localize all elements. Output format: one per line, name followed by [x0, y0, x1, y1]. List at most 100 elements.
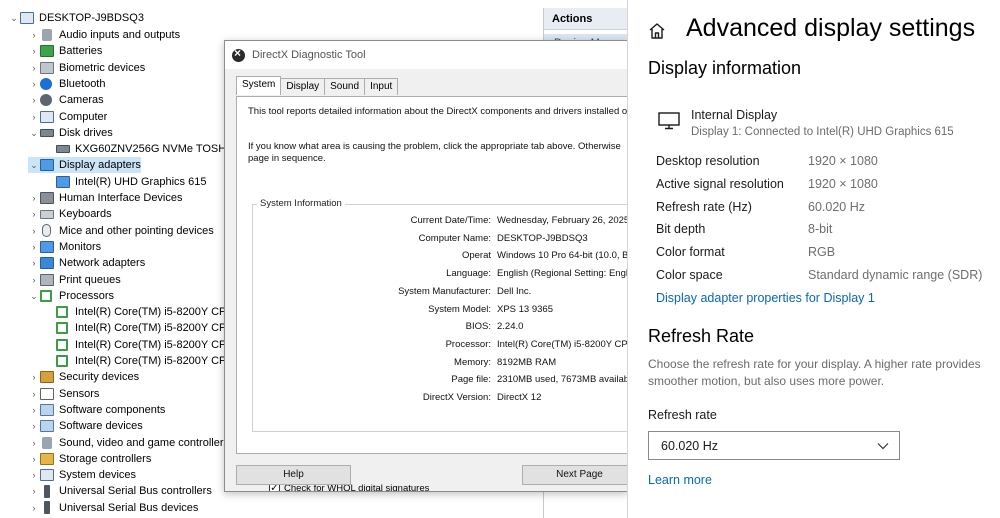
chip-icon	[56, 355, 68, 367]
tab-input[interactable]: Input	[364, 78, 399, 95]
tree-device[interactable]: KXG60ZNV256G NVMe TOSHIBA	[44, 141, 244, 157]
chevron-right-icon[interactable]: ›	[28, 418, 40, 434]
tree-category[interactable]: › Universal Serial Bus controllers	[28, 483, 212, 499]
tree-category[interactable]: › Storage controllers	[28, 451, 151, 467]
chevron-right-icon[interactable]: ›	[28, 402, 40, 418]
tree-item-label: Intel(R) Core(TM) i5-8200Y CPU @	[75, 355, 249, 367]
tree-category[interactable]: › Sound, video and game controllers	[28, 435, 229, 451]
chevron-down-icon[interactable]: ⌄	[28, 288, 40, 304]
computer-icon	[20, 12, 34, 24]
chevron-right-icon[interactable]: ›	[28, 190, 40, 206]
chevron-right-icon[interactable]: ›	[28, 386, 40, 402]
tab-display[interactable]: Display	[280, 78, 326, 95]
tree-category[interactable]: › Biometric devices	[28, 60, 145, 76]
tree-item-label: Software devices	[59, 420, 143, 433]
tree-category[interactable]: › Software devices	[28, 418, 143, 434]
tree-item-label: Network adapters	[59, 257, 146, 270]
tree-item-label: Print queues	[59, 273, 121, 286]
tab-sound[interactable]: Sound	[324, 78, 366, 95]
learn-more-link[interactable]: Learn more	[648, 473, 712, 487]
refresh-rate-dropdown[interactable]: 60.020 Hz	[648, 431, 900, 460]
settings-window: Advanced display settings Display inform…	[627, 0, 1000, 518]
chevron-right-icon[interactable]: ›	[28, 255, 40, 271]
tree-category[interactable]: › Mice and other pointing devices	[28, 223, 214, 239]
system-information-title: System Information	[257, 198, 345, 209]
chevron-right-icon[interactable]: ›	[28, 467, 40, 483]
chevron-right-icon[interactable]: ›	[28, 483, 40, 499]
chevron-right-icon[interactable]: ›	[28, 435, 40, 451]
system-information-group: System Information Current Date/Time: Wed…	[252, 198, 627, 432]
tree-category[interactable]: › Monitors	[28, 239, 101, 255]
chevron-right-icon[interactable]: ›	[28, 272, 40, 288]
chevron-right-icon[interactable]: ›	[28, 43, 40, 59]
tree-category[interactable]: › Keyboards	[28, 206, 112, 222]
chevron-right-icon[interactable]: ›	[28, 223, 40, 239]
tree-item-label: Bluetooth	[59, 77, 106, 90]
tree-category[interactable]: › Cameras	[28, 92, 104, 108]
help-text-line2: page in sequence.	[248, 153, 326, 164]
tree-item-label: Intel(R) Core(TM) i5-8200Y CPU @	[75, 322, 249, 335]
refresh-rate-heading: Refresh Rate	[648, 326, 755, 346]
tree-category[interactable]: › Sensors	[28, 386, 99, 402]
chevron-right-icon[interactable]: ›	[28, 92, 40, 108]
camera-icon	[40, 94, 52, 107]
tree-category[interactable]: › Universal Serial Bus devices	[28, 500, 198, 516]
chevron-down-icon[interactable]: ⌄	[28, 157, 40, 173]
refresh-rate-description: Choose the refresh rate for your display…	[648, 357, 981, 388]
tree-category[interactable]: ⌄ Processors	[28, 288, 114, 304]
sysinfo-label: BIOS:	[465, 321, 491, 333]
chevron-right-icon[interactable]: ›	[28, 76, 40, 92]
tree-item-label: Display adapters	[59, 159, 141, 172]
tree-category[interactable]: › Software components	[28, 402, 165, 418]
chevron-right-icon[interactable]: ›	[28, 109, 40, 125]
chevron-right-icon[interactable]: ›	[28, 451, 40, 467]
dxdiag-window: DirectX Diagnostic Tool System Display S…	[224, 40, 628, 492]
home-icon[interactable]	[648, 22, 666, 40]
tree-root[interactable]: ⌄ DESKTOP-J9BDSQ3	[8, 10, 144, 26]
chevron-right-icon[interactable]: ›	[28, 239, 40, 255]
tree-item-label: Batteries	[59, 45, 103, 58]
dxdiag-titlebar[interactable]: DirectX Diagnostic Tool	[225, 41, 627, 69]
monitor-icon	[40, 240, 54, 253]
tree-category[interactable]: › Audio inputs and outputs	[28, 27, 180, 43]
tree-category[interactable]: › System devices	[28, 467, 136, 483]
speaker-icon	[42, 436, 52, 449]
tree-device[interactable]: Intel(R) Core(TM) i5-8200Y CPU @	[44, 320, 249, 336]
sysinfo-label: System Model:	[428, 303, 491, 315]
tree-category[interactable]: › Bluetooth	[28, 76, 105, 92]
tree-category[interactable]: ⌄ Disk drives	[28, 125, 113, 141]
sysinfo-value: DirectX 12	[497, 392, 542, 403]
chevron-right-icon[interactable]: ›	[28, 369, 40, 385]
tree-device[interactable]: Intel(R) Core(TM) i5-8200Y CPU @	[44, 337, 249, 353]
tree-category[interactable]: › Network adapters	[28, 255, 145, 271]
tree-category[interactable]: ⌄ Display adapters	[28, 157, 141, 174]
next-page-button[interactable]: Next Page	[522, 465, 627, 485]
tree-item-label: Disk drives	[59, 126, 113, 139]
display-adapter-properties-link[interactable]: Display adapter properties for Display 1	[656, 291, 875, 305]
tree-item-label: Audio inputs and outputs	[59, 29, 181, 41]
dxdiag-app-icon	[232, 46, 245, 62]
chevron-right-icon[interactable]: ›	[28, 60, 40, 76]
actions-header: Actions	[544, 8, 628, 30]
tree-category[interactable]: › Print queues	[28, 272, 121, 288]
chevron-down-icon[interactable]: ⌄	[8, 10, 20, 26]
chevron-right-icon[interactable]: ›	[28, 27, 40, 43]
tree-device[interactable]: Intel(R) Core(TM) i5-8200Y CPU @	[44, 304, 249, 320]
monitor-icon	[40, 159, 54, 172]
chevron-right-icon[interactable]: ›	[28, 500, 40, 516]
chip-icon	[40, 289, 52, 302]
tree-item-label: Security devices	[59, 371, 140, 384]
tab-system[interactable]: System	[236, 76, 282, 95]
chevron-right-icon[interactable]: ›	[28, 206, 40, 222]
tree-item-label: Biometric devices	[59, 61, 146, 74]
tree-category[interactable]: › Security devices	[28, 369, 139, 385]
tree-category[interactable]: › Batteries	[28, 43, 102, 59]
tree-category[interactable]: › Human Interface Devices	[28, 190, 183, 206]
tree-item-label: Processors	[59, 289, 115, 302]
tree-category[interactable]: › Computer	[28, 109, 107, 125]
tree-device[interactable]: Intel(R) UHD Graphics 615	[44, 174, 206, 190]
help-button[interactable]: Help	[236, 465, 351, 485]
tree-device[interactable]: Intel(R) Core(TM) i5-8200Y CPU @	[44, 353, 249, 369]
chevron-down-icon[interactable]: ⌄	[28, 125, 40, 141]
monitor-icon	[56, 175, 70, 188]
